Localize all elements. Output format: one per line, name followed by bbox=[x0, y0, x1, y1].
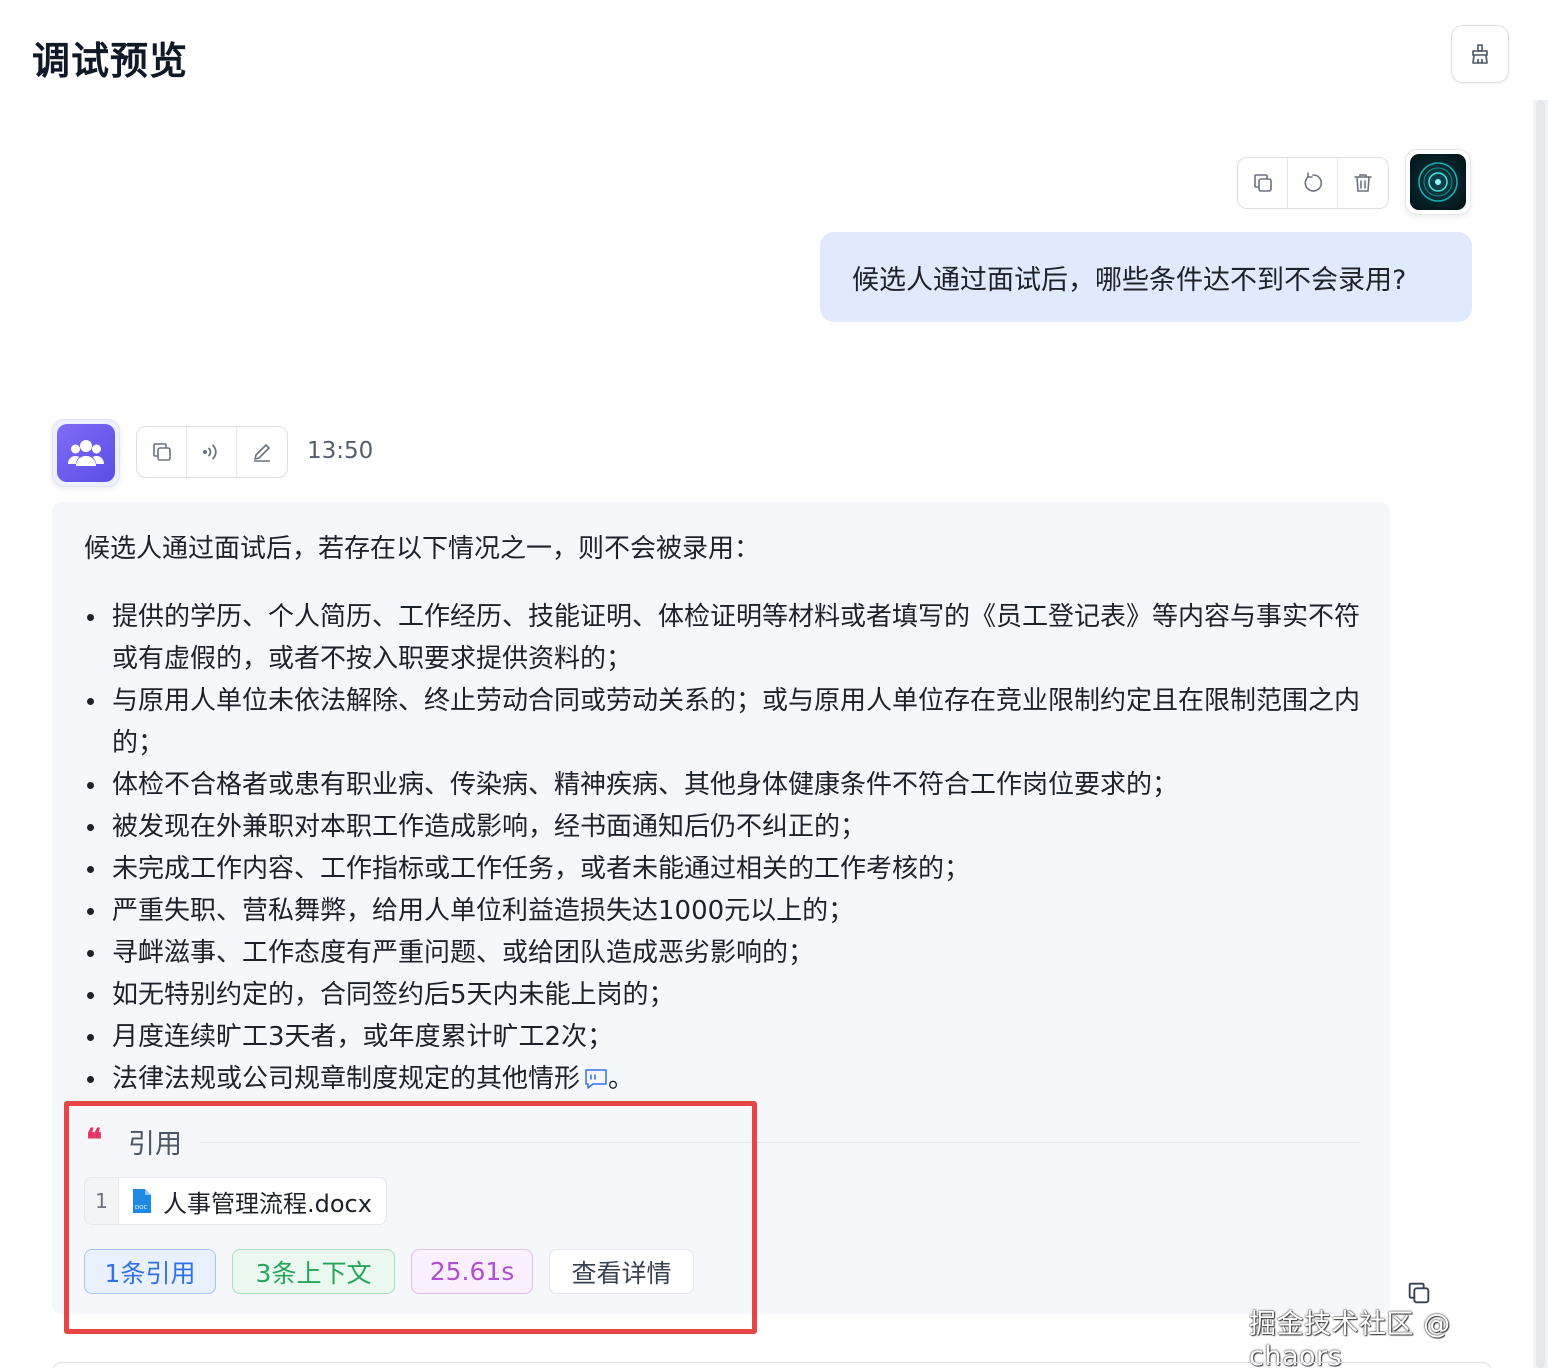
user-avatar-emblem-icon bbox=[1418, 162, 1458, 202]
scrollbar-thumb[interactable] bbox=[1536, 100, 1545, 1368]
user-message-text: 候选人通过面试后，哪些条件达不到不会录用? bbox=[852, 264, 1407, 296]
citation-marker-icon[interactable] bbox=[584, 1061, 608, 1103]
user-message-bubble: 候选人通过面试后，哪些条件达不到不会录用? bbox=[820, 232, 1472, 322]
answer-intro: 候选人通过面试后，若存在以下情况之一，则不会被录用： bbox=[84, 534, 761, 564]
refresh-icon bbox=[1304, 172, 1322, 192]
copy-icon bbox=[152, 443, 171, 461]
highlight-annotation-box bbox=[64, 1101, 757, 1334]
list-item: 与原用人单位未依法解除、终止劳动合同或劳动关系的；或与原用人单位存在竞业限制约定… bbox=[84, 680, 1369, 764]
list-item: 如无特别约定的，合同签约后5天内未能上岗的； bbox=[84, 974, 1369, 1016]
list-item: 月度连续旷工3天者，或年度累计旷工2次； bbox=[84, 1016, 1369, 1058]
copy-button[interactable] bbox=[1238, 158, 1288, 208]
chat-input-box[interactable] bbox=[52, 1362, 1492, 1368]
list-item: 严重失职、营私舞弊，给用人单位利益造损失达1000元以上的； bbox=[84, 890, 1369, 932]
message-timestamp: 13:50 bbox=[307, 438, 374, 464]
regenerate-button[interactable] bbox=[1288, 158, 1338, 208]
list-item-suffix: 。 bbox=[608, 1064, 635, 1094]
user-message-actions bbox=[1237, 157, 1389, 209]
copy-icon bbox=[1253, 174, 1272, 192]
watermark: 掘金技术社区 @ chaors bbox=[1249, 1309, 1451, 1368]
bot-avatar bbox=[52, 419, 120, 487]
list-item: 体检不合格者或患有职业病、传染病、精神疾病、其他身体健康条件不符合工作岗位要求的… bbox=[84, 764, 1369, 806]
edit-button[interactable] bbox=[237, 427, 287, 477]
scrollbar[interactable] bbox=[1533, 100, 1548, 1368]
user-avatar bbox=[1405, 149, 1471, 215]
team-icon bbox=[68, 440, 104, 466]
clear-chat-button[interactable] bbox=[1451, 25, 1509, 83]
answer-list: 提供的学历、个人简历、工作经历、技能证明、体检证明等材料或者填写的《员工登记表》… bbox=[84, 596, 1369, 1103]
delete-button[interactable] bbox=[1338, 158, 1388, 208]
list-item: 提供的学历、个人简历、工作经历、技能证明、体检证明等材料或者填写的《员工登记表》… bbox=[84, 596, 1369, 680]
list-item: 被发现在外兼职对本职工作造成影响，经书面通知后仍不纠正的； bbox=[84, 806, 1369, 848]
pen-icon bbox=[254, 444, 270, 462]
broom-icon bbox=[1472, 44, 1488, 64]
list-item-text: 法律法规或公司规章制度规定的其他情形 bbox=[112, 1064, 581, 1094]
voice-icon bbox=[202, 444, 217, 460]
list-item: 法律法规或公司规章制度规定的其他情形。 bbox=[84, 1058, 1369, 1103]
list-item: 寻衅滋事、工作态度有严重问题、或给团队造成恶劣影响的； bbox=[84, 932, 1369, 974]
speak-button[interactable] bbox=[187, 427, 237, 477]
page-title: 调试预览 bbox=[32, 39, 189, 83]
copy-button[interactable] bbox=[137, 427, 187, 477]
bot-message-actions bbox=[136, 426, 288, 478]
trash-icon bbox=[1354, 174, 1372, 192]
list-item: 未完成工作内容、工作指标或工作任务，或者未能通过相关的工作考核的； bbox=[84, 848, 1369, 890]
